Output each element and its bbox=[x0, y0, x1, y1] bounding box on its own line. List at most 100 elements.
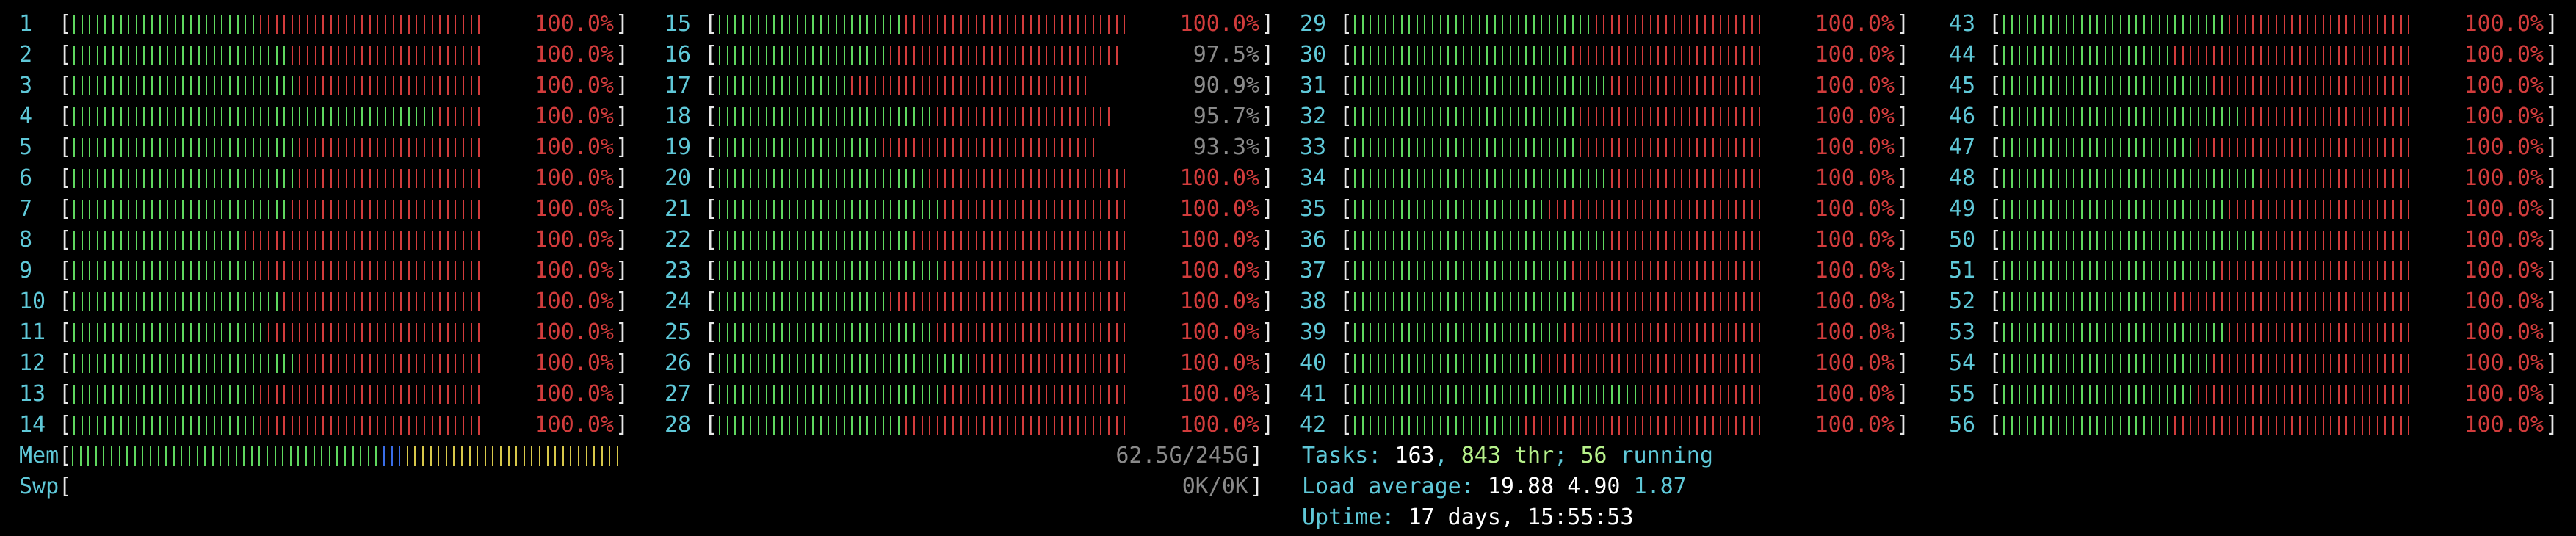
cpu-bar-tick bbox=[1610, 169, 1613, 188]
cpu-bar-tick bbox=[229, 138, 231, 157]
cpu-bar-tick bbox=[897, 76, 900, 95]
cpu-bar-tick bbox=[828, 385, 830, 404]
cpu-bar-tick bbox=[2244, 231, 2246, 250]
cpu-meter-2: 2[100.0%] bbox=[19, 40, 629, 70]
cpu-bar-tick bbox=[1502, 200, 1504, 219]
cpu-bar-tick bbox=[1681, 261, 1683, 280]
cpu-bar-tick bbox=[1627, 76, 1628, 95]
cpu-bar-tick bbox=[843, 107, 845, 126]
cpu-bar-tick bbox=[2354, 323, 2355, 342]
cpu-bar-tick bbox=[346, 261, 347, 280]
cpu-bar-tick bbox=[2135, 231, 2138, 250]
cpu-bar-tick bbox=[1688, 15, 1690, 34]
cpu-bar-tick bbox=[2011, 200, 2013, 219]
cpu-bar-tick bbox=[1486, 231, 1488, 250]
cpu-bar-tick bbox=[1471, 138, 1472, 157]
cpu-bar-tick bbox=[128, 15, 130, 34]
cpu-bar-tick bbox=[828, 261, 830, 280]
cpu-bar-tick bbox=[858, 200, 861, 219]
cpu-bar-tick bbox=[812, 231, 814, 250]
cpu-bar-tick bbox=[921, 292, 923, 311]
cpu-bar-tick bbox=[2268, 46, 2270, 65]
cpu-bar-tick bbox=[2384, 46, 2387, 65]
cpu-bar-tick bbox=[797, 385, 798, 404]
cpu-bar-tick bbox=[897, 416, 900, 435]
cpu-bar-tick bbox=[135, 261, 137, 280]
cpu-bar-tick bbox=[2337, 385, 2340, 404]
cpu-bar-tick bbox=[1022, 15, 1024, 34]
memory-bar-tick bbox=[578, 446, 579, 466]
cpu-bar-tick bbox=[1124, 15, 1126, 34]
cpu-bar-tick bbox=[890, 107, 892, 126]
memory-bar-tick bbox=[181, 446, 183, 466]
cpu-percent: 100.0% bbox=[1179, 319, 1259, 345]
cpu-bar-tick bbox=[377, 416, 379, 435]
cpu-bar-tick bbox=[2392, 15, 2394, 34]
cpu-bar-tick bbox=[1014, 231, 1016, 250]
cpu-bar-tick bbox=[1556, 416, 1558, 435]
cpu-bar-tick bbox=[921, 231, 923, 250]
cpu-bar-tick bbox=[2400, 76, 2402, 95]
memory-bar-tick bbox=[367, 446, 369, 466]
cpu-bar-tick bbox=[2229, 76, 2231, 95]
cpu-bar-tick bbox=[1673, 138, 1675, 157]
memory-label: Mem bbox=[19, 443, 59, 468]
cpu-bar-tick bbox=[2065, 107, 2067, 126]
cpu-bar-tick bbox=[353, 231, 355, 250]
cpu-bar-tick bbox=[206, 261, 208, 280]
cpu-bar-tick bbox=[198, 107, 200, 126]
cpu-percent: 100.0% bbox=[534, 196, 614, 222]
cpu-bar-tick bbox=[851, 15, 853, 34]
cpu-number: 39 bbox=[1300, 319, 1327, 345]
cpu-bar-tick bbox=[1100, 169, 1102, 188]
cpu-bar-tick bbox=[726, 292, 728, 311]
cpu-bar-tick bbox=[2104, 261, 2106, 280]
cpu-bar-tick bbox=[2073, 385, 2075, 404]
cpu-bar-tick bbox=[882, 138, 884, 157]
cpu-bar-tick bbox=[1649, 200, 1651, 219]
cpu-bar-tick bbox=[1533, 261, 1535, 280]
cpu-bar-tick bbox=[1696, 292, 1698, 311]
cpu-bar-tick bbox=[2237, 385, 2238, 404]
cpu-bar-tick bbox=[2182, 231, 2184, 250]
cpu-bar-tick bbox=[2221, 385, 2223, 404]
cpu-bar-tick bbox=[836, 200, 837, 219]
cpu-bar-tick bbox=[283, 46, 286, 65]
cpu-bar-tick bbox=[2392, 292, 2394, 311]
cpu-bar-tick bbox=[1571, 200, 1574, 219]
cpu-bar-tick bbox=[1727, 292, 1729, 311]
cpu-bar-tick bbox=[1046, 261, 1048, 280]
cpu-bar-tick bbox=[1046, 107, 1048, 126]
cpu-bar-tick bbox=[2408, 292, 2410, 311]
cpu-bar-tick bbox=[734, 323, 737, 342]
cpu-bar-tick bbox=[2369, 231, 2371, 250]
cpu-bar-tick bbox=[431, 46, 433, 65]
cpu-bar-tick bbox=[2369, 138, 2371, 157]
cpu-bar-tick bbox=[1580, 138, 1582, 157]
cpu-bar-tick bbox=[1416, 76, 1418, 95]
cpu-bar-tick bbox=[174, 169, 176, 188]
cpu-bar-tick bbox=[1564, 231, 1566, 250]
cpu-bar-tick bbox=[2088, 76, 2091, 95]
cpu-bar-tick bbox=[2268, 15, 2270, 34]
cpu-bar-tick bbox=[307, 200, 308, 219]
cpu-bar-tick bbox=[400, 200, 402, 219]
cpu-bar-tick bbox=[1673, 292, 1675, 311]
cpu-bar-tick bbox=[2291, 292, 2293, 311]
cpu-bar-tick bbox=[1354, 292, 1356, 311]
cpu-bar-tick bbox=[1046, 200, 1048, 219]
cpu-bar-tick bbox=[1432, 169, 1433, 188]
cpu-bar-tick bbox=[851, 323, 853, 342]
cpu-bar-tick bbox=[385, 231, 386, 250]
cpu-bar-tick bbox=[81, 292, 83, 311]
cpu-bar-tick bbox=[1743, 76, 1745, 95]
cpu-bar-tick bbox=[804, 138, 806, 157]
cpu-bar-tick bbox=[120, 15, 122, 34]
cpu-usage-bar bbox=[719, 348, 1135, 379]
cpu-bar-tick bbox=[2307, 46, 2309, 65]
cpu-bar-tick bbox=[975, 354, 977, 373]
cpu-bar-tick bbox=[283, 385, 286, 404]
cpu-bar-tick bbox=[338, 323, 340, 342]
cpu-percent: 100.0% bbox=[2464, 227, 2544, 253]
cpu-bar-tick bbox=[1007, 138, 1009, 157]
